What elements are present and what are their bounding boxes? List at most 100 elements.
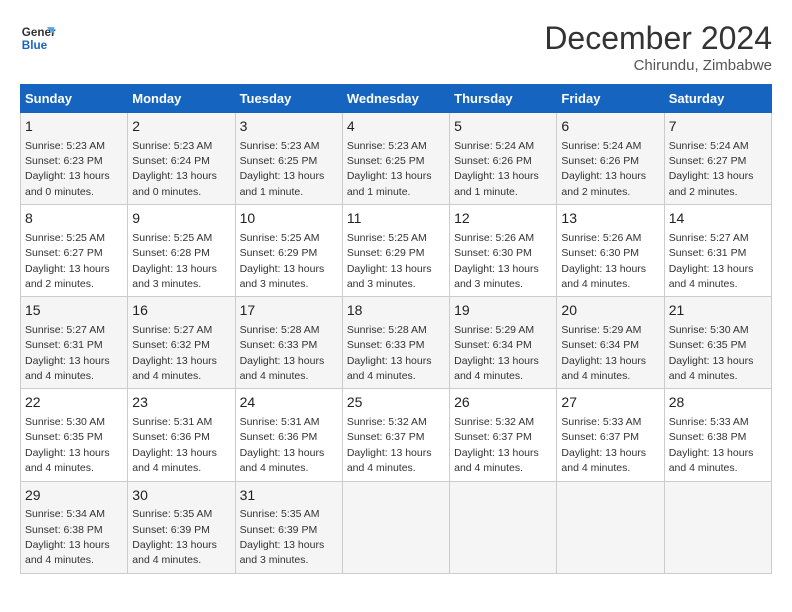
calendar-cell: 10 Sunrise: 5:25 AMSunset: 6:29 PMDaylig… [235, 205, 342, 297]
day-info: Sunrise: 5:35 AMSunset: 6:39 PMDaylight:… [132, 508, 217, 566]
day-number: 22 [25, 393, 123, 413]
svg-text:Blue: Blue [22, 39, 48, 52]
day-number: 31 [240, 486, 338, 506]
calendar-cell: 15 Sunrise: 5:27 AMSunset: 6:31 PMDaylig… [21, 297, 128, 389]
calendar-cell: 25 Sunrise: 5:32 AMSunset: 6:37 PMDaylig… [342, 389, 449, 481]
day-number: 14 [669, 209, 767, 229]
day-number: 27 [561, 393, 659, 413]
calendar-cell: 3 Sunrise: 5:23 AMSunset: 6:25 PMDayligh… [235, 113, 342, 205]
day-number: 2 [132, 117, 230, 137]
calendar-cell: 2 Sunrise: 5:23 AMSunset: 6:24 PMDayligh… [128, 113, 235, 205]
calendar-cell: 27 Sunrise: 5:33 AMSunset: 6:37 PMDaylig… [557, 389, 664, 481]
header-monday: Monday [128, 85, 235, 113]
day-info: Sunrise: 5:25 AMSunset: 6:28 PMDaylight:… [132, 232, 217, 290]
day-number: 24 [240, 393, 338, 413]
day-number: 4 [347, 117, 445, 137]
day-number: 12 [454, 209, 552, 229]
calendar-header-row: SundayMondayTuesdayWednesdayThursdayFrid… [21, 85, 772, 113]
calendar-cell: 28 Sunrise: 5:33 AMSunset: 6:38 PMDaylig… [664, 389, 771, 481]
calendar-cell: 17 Sunrise: 5:28 AMSunset: 6:33 PMDaylig… [235, 297, 342, 389]
header-friday: Friday [557, 85, 664, 113]
day-info: Sunrise: 5:31 AMSunset: 6:36 PMDaylight:… [132, 416, 217, 474]
day-info: Sunrise: 5:33 AMSunset: 6:38 PMDaylight:… [669, 416, 754, 474]
day-info: Sunrise: 5:27 AMSunset: 6:31 PMDaylight:… [669, 232, 754, 290]
day-info: Sunrise: 5:32 AMSunset: 6:37 PMDaylight:… [454, 416, 539, 474]
day-info: Sunrise: 5:32 AMSunset: 6:37 PMDaylight:… [347, 416, 432, 474]
day-info: Sunrise: 5:30 AMSunset: 6:35 PMDaylight:… [669, 324, 754, 382]
day-info: Sunrise: 5:30 AMSunset: 6:35 PMDaylight:… [25, 416, 110, 474]
calendar-cell: 20 Sunrise: 5:29 AMSunset: 6:34 PMDaylig… [557, 297, 664, 389]
day-info: Sunrise: 5:26 AMSunset: 6:30 PMDaylight:… [561, 232, 646, 290]
day-info: Sunrise: 5:24 AMSunset: 6:27 PMDaylight:… [669, 140, 754, 198]
header-tuesday: Tuesday [235, 85, 342, 113]
day-number: 26 [454, 393, 552, 413]
day-number: 8 [25, 209, 123, 229]
day-info: Sunrise: 5:28 AMSunset: 6:33 PMDaylight:… [347, 324, 432, 382]
day-info: Sunrise: 5:29 AMSunset: 6:34 PMDaylight:… [561, 324, 646, 382]
day-number: 23 [132, 393, 230, 413]
page-header: General Blue December 2024 Chirundu, Zim… [20, 20, 772, 74]
calendar-cell: 12 Sunrise: 5:26 AMSunset: 6:30 PMDaylig… [450, 205, 557, 297]
calendar-cell: 11 Sunrise: 5:25 AMSunset: 6:29 PMDaylig… [342, 205, 449, 297]
day-info: Sunrise: 5:31 AMSunset: 6:36 PMDaylight:… [240, 416, 325, 474]
logo-icon: General Blue [20, 20, 56, 56]
day-number: 20 [561, 301, 659, 321]
calendar-cell: 22 Sunrise: 5:30 AMSunset: 6:35 PMDaylig… [21, 389, 128, 481]
calendar-cell: 6 Sunrise: 5:24 AMSunset: 6:26 PMDayligh… [557, 113, 664, 205]
day-info: Sunrise: 5:23 AMSunset: 6:23 PMDaylight:… [25, 140, 110, 198]
day-number: 10 [240, 209, 338, 229]
day-number: 30 [132, 486, 230, 506]
day-info: Sunrise: 5:23 AMSunset: 6:25 PMDaylight:… [240, 140, 325, 198]
day-info: Sunrise: 5:23 AMSunset: 6:24 PMDaylight:… [132, 140, 217, 198]
day-info: Sunrise: 5:26 AMSunset: 6:30 PMDaylight:… [454, 232, 539, 290]
calendar-cell: 5 Sunrise: 5:24 AMSunset: 6:26 PMDayligh… [450, 113, 557, 205]
calendar-cell: 26 Sunrise: 5:32 AMSunset: 6:37 PMDaylig… [450, 389, 557, 481]
calendar-cell: 1 Sunrise: 5:23 AMSunset: 6:23 PMDayligh… [21, 113, 128, 205]
day-number: 6 [561, 117, 659, 137]
day-number: 29 [25, 486, 123, 506]
calendar-cell: 14 Sunrise: 5:27 AMSunset: 6:31 PMDaylig… [664, 205, 771, 297]
day-number: 28 [669, 393, 767, 413]
day-info: Sunrise: 5:25 AMSunset: 6:29 PMDaylight:… [240, 232, 325, 290]
week-row-0: 1 Sunrise: 5:23 AMSunset: 6:23 PMDayligh… [21, 113, 772, 205]
calendar-cell: 29 Sunrise: 5:34 AMSunset: 6:38 PMDaylig… [21, 481, 128, 573]
day-number: 7 [669, 117, 767, 137]
week-row-2: 15 Sunrise: 5:27 AMSunset: 6:31 PMDaylig… [21, 297, 772, 389]
header-sunday: Sunday [21, 85, 128, 113]
day-info: Sunrise: 5:24 AMSunset: 6:26 PMDaylight:… [454, 140, 539, 198]
calendar-cell: 21 Sunrise: 5:30 AMSunset: 6:35 PMDaylig… [664, 297, 771, 389]
day-number: 25 [347, 393, 445, 413]
day-number: 11 [347, 209, 445, 229]
day-info: Sunrise: 5:25 AMSunset: 6:29 PMDaylight:… [347, 232, 432, 290]
month-title: December 2024 [544, 20, 772, 57]
calendar-cell: 7 Sunrise: 5:24 AMSunset: 6:27 PMDayligh… [664, 113, 771, 205]
header-wednesday: Wednesday [342, 85, 449, 113]
day-number: 17 [240, 301, 338, 321]
day-number: 18 [347, 301, 445, 321]
day-info: Sunrise: 5:24 AMSunset: 6:26 PMDaylight:… [561, 140, 646, 198]
calendar-cell: 8 Sunrise: 5:25 AMSunset: 6:27 PMDayligh… [21, 205, 128, 297]
header-thursday: Thursday [450, 85, 557, 113]
week-row-1: 8 Sunrise: 5:25 AMSunset: 6:27 PMDayligh… [21, 205, 772, 297]
day-number: 5 [454, 117, 552, 137]
day-info: Sunrise: 5:35 AMSunset: 6:39 PMDaylight:… [240, 508, 325, 566]
day-info: Sunrise: 5:25 AMSunset: 6:27 PMDaylight:… [25, 232, 110, 290]
day-number: 16 [132, 301, 230, 321]
week-row-4: 29 Sunrise: 5:34 AMSunset: 6:38 PMDaylig… [21, 481, 772, 573]
calendar-cell [664, 481, 771, 573]
day-number: 13 [561, 209, 659, 229]
day-number: 1 [25, 117, 123, 137]
calendar-table: SundayMondayTuesdayWednesdayThursdayFrid… [20, 84, 772, 574]
calendar-cell: 18 Sunrise: 5:28 AMSunset: 6:33 PMDaylig… [342, 297, 449, 389]
day-number: 15 [25, 301, 123, 321]
calendar-cell: 19 Sunrise: 5:29 AMSunset: 6:34 PMDaylig… [450, 297, 557, 389]
calendar-cell [342, 481, 449, 573]
calendar-cell: 30 Sunrise: 5:35 AMSunset: 6:39 PMDaylig… [128, 481, 235, 573]
calendar-cell: 31 Sunrise: 5:35 AMSunset: 6:39 PMDaylig… [235, 481, 342, 573]
day-number: 21 [669, 301, 767, 321]
calendar-cell: 16 Sunrise: 5:27 AMSunset: 6:32 PMDaylig… [128, 297, 235, 389]
day-info: Sunrise: 5:33 AMSunset: 6:37 PMDaylight:… [561, 416, 646, 474]
day-info: Sunrise: 5:23 AMSunset: 6:25 PMDaylight:… [347, 140, 432, 198]
day-info: Sunrise: 5:29 AMSunset: 6:34 PMDaylight:… [454, 324, 539, 382]
calendar-cell: 4 Sunrise: 5:23 AMSunset: 6:25 PMDayligh… [342, 113, 449, 205]
